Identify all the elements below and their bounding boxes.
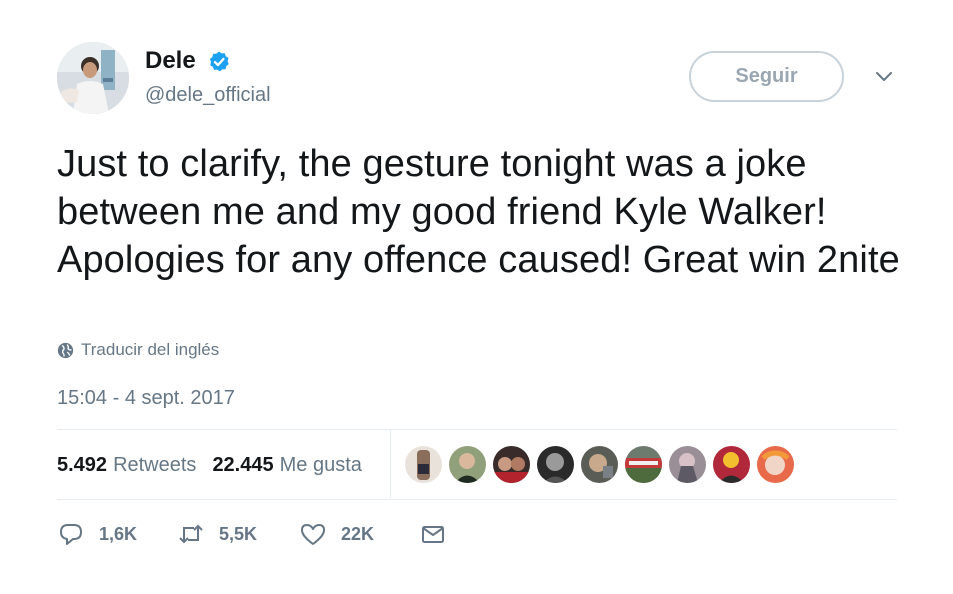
handle[interactable]: @dele_official bbox=[145, 82, 271, 108]
likes-label: Me gusta bbox=[279, 454, 362, 476]
envelope-icon bbox=[422, 526, 444, 543]
tweet-text: Just to clarify, the gesture tonight was… bbox=[57, 143, 900, 281]
liker-avatar[interactable] bbox=[493, 446, 530, 483]
likes-count: 22.445 bbox=[212, 454, 274, 476]
retweet-count: 5,5K bbox=[219, 523, 258, 544]
liker-avatar[interactable] bbox=[405, 446, 442, 483]
verified-badge-icon bbox=[209, 51, 229, 72]
retweet-icon bbox=[179, 524, 203, 544]
liker-avatars bbox=[405, 446, 805, 484]
heart-icon bbox=[301, 524, 325, 545]
globe-icon bbox=[57, 342, 74, 358]
reply-button[interactable]: 1,6K bbox=[57, 520, 137, 548]
liker-avatar[interactable] bbox=[713, 446, 750, 483]
avatar[interactable] bbox=[57, 42, 129, 114]
reply-count: 1,6K bbox=[99, 523, 138, 544]
liker-avatar[interactable] bbox=[625, 446, 662, 483]
retweets-label: Retweets bbox=[113, 454, 197, 476]
tweet-stats: 5.492 Retweets 22.445 Me gusta bbox=[57, 454, 362, 477]
liker-avatar[interactable] bbox=[449, 446, 486, 483]
chevron-down-icon[interactable] bbox=[874, 70, 894, 84]
display-name[interactable]: Dele bbox=[145, 46, 196, 76]
direct-message-button[interactable] bbox=[419, 520, 447, 548]
retweets-count: 5.492 bbox=[57, 454, 108, 476]
divider-bottom bbox=[57, 499, 897, 500]
tweet-actions: 1,6K 5,5K 22K bbox=[57, 520, 477, 556]
stats-separator bbox=[390, 430, 391, 498]
retweets-stat[interactable]: 5.492 Retweets bbox=[57, 454, 196, 477]
divider-top bbox=[57, 429, 897, 430]
like-button[interactable]: 22K bbox=[299, 520, 374, 548]
likes-stat[interactable]: 22.445 Me gusta bbox=[212, 454, 361, 477]
like-count: 22K bbox=[341, 523, 375, 544]
liker-avatar[interactable] bbox=[537, 446, 574, 483]
liker-avatar[interactable] bbox=[757, 446, 794, 483]
translate-link[interactable]: Traducir del inglés bbox=[57, 340, 219, 360]
liker-avatar[interactable] bbox=[581, 446, 618, 483]
tweet-timestamp[interactable]: 15:04 - 4 sept. 2017 bbox=[57, 384, 235, 412]
reply-icon bbox=[60, 524, 82, 545]
profile-photo bbox=[57, 42, 129, 114]
follow-button[interactable]: Seguir bbox=[689, 51, 844, 102]
translate-label: Traducir del inglés bbox=[81, 340, 220, 359]
liker-avatar[interactable] bbox=[669, 446, 706, 483]
retweet-button[interactable]: 5,5K bbox=[177, 520, 257, 548]
